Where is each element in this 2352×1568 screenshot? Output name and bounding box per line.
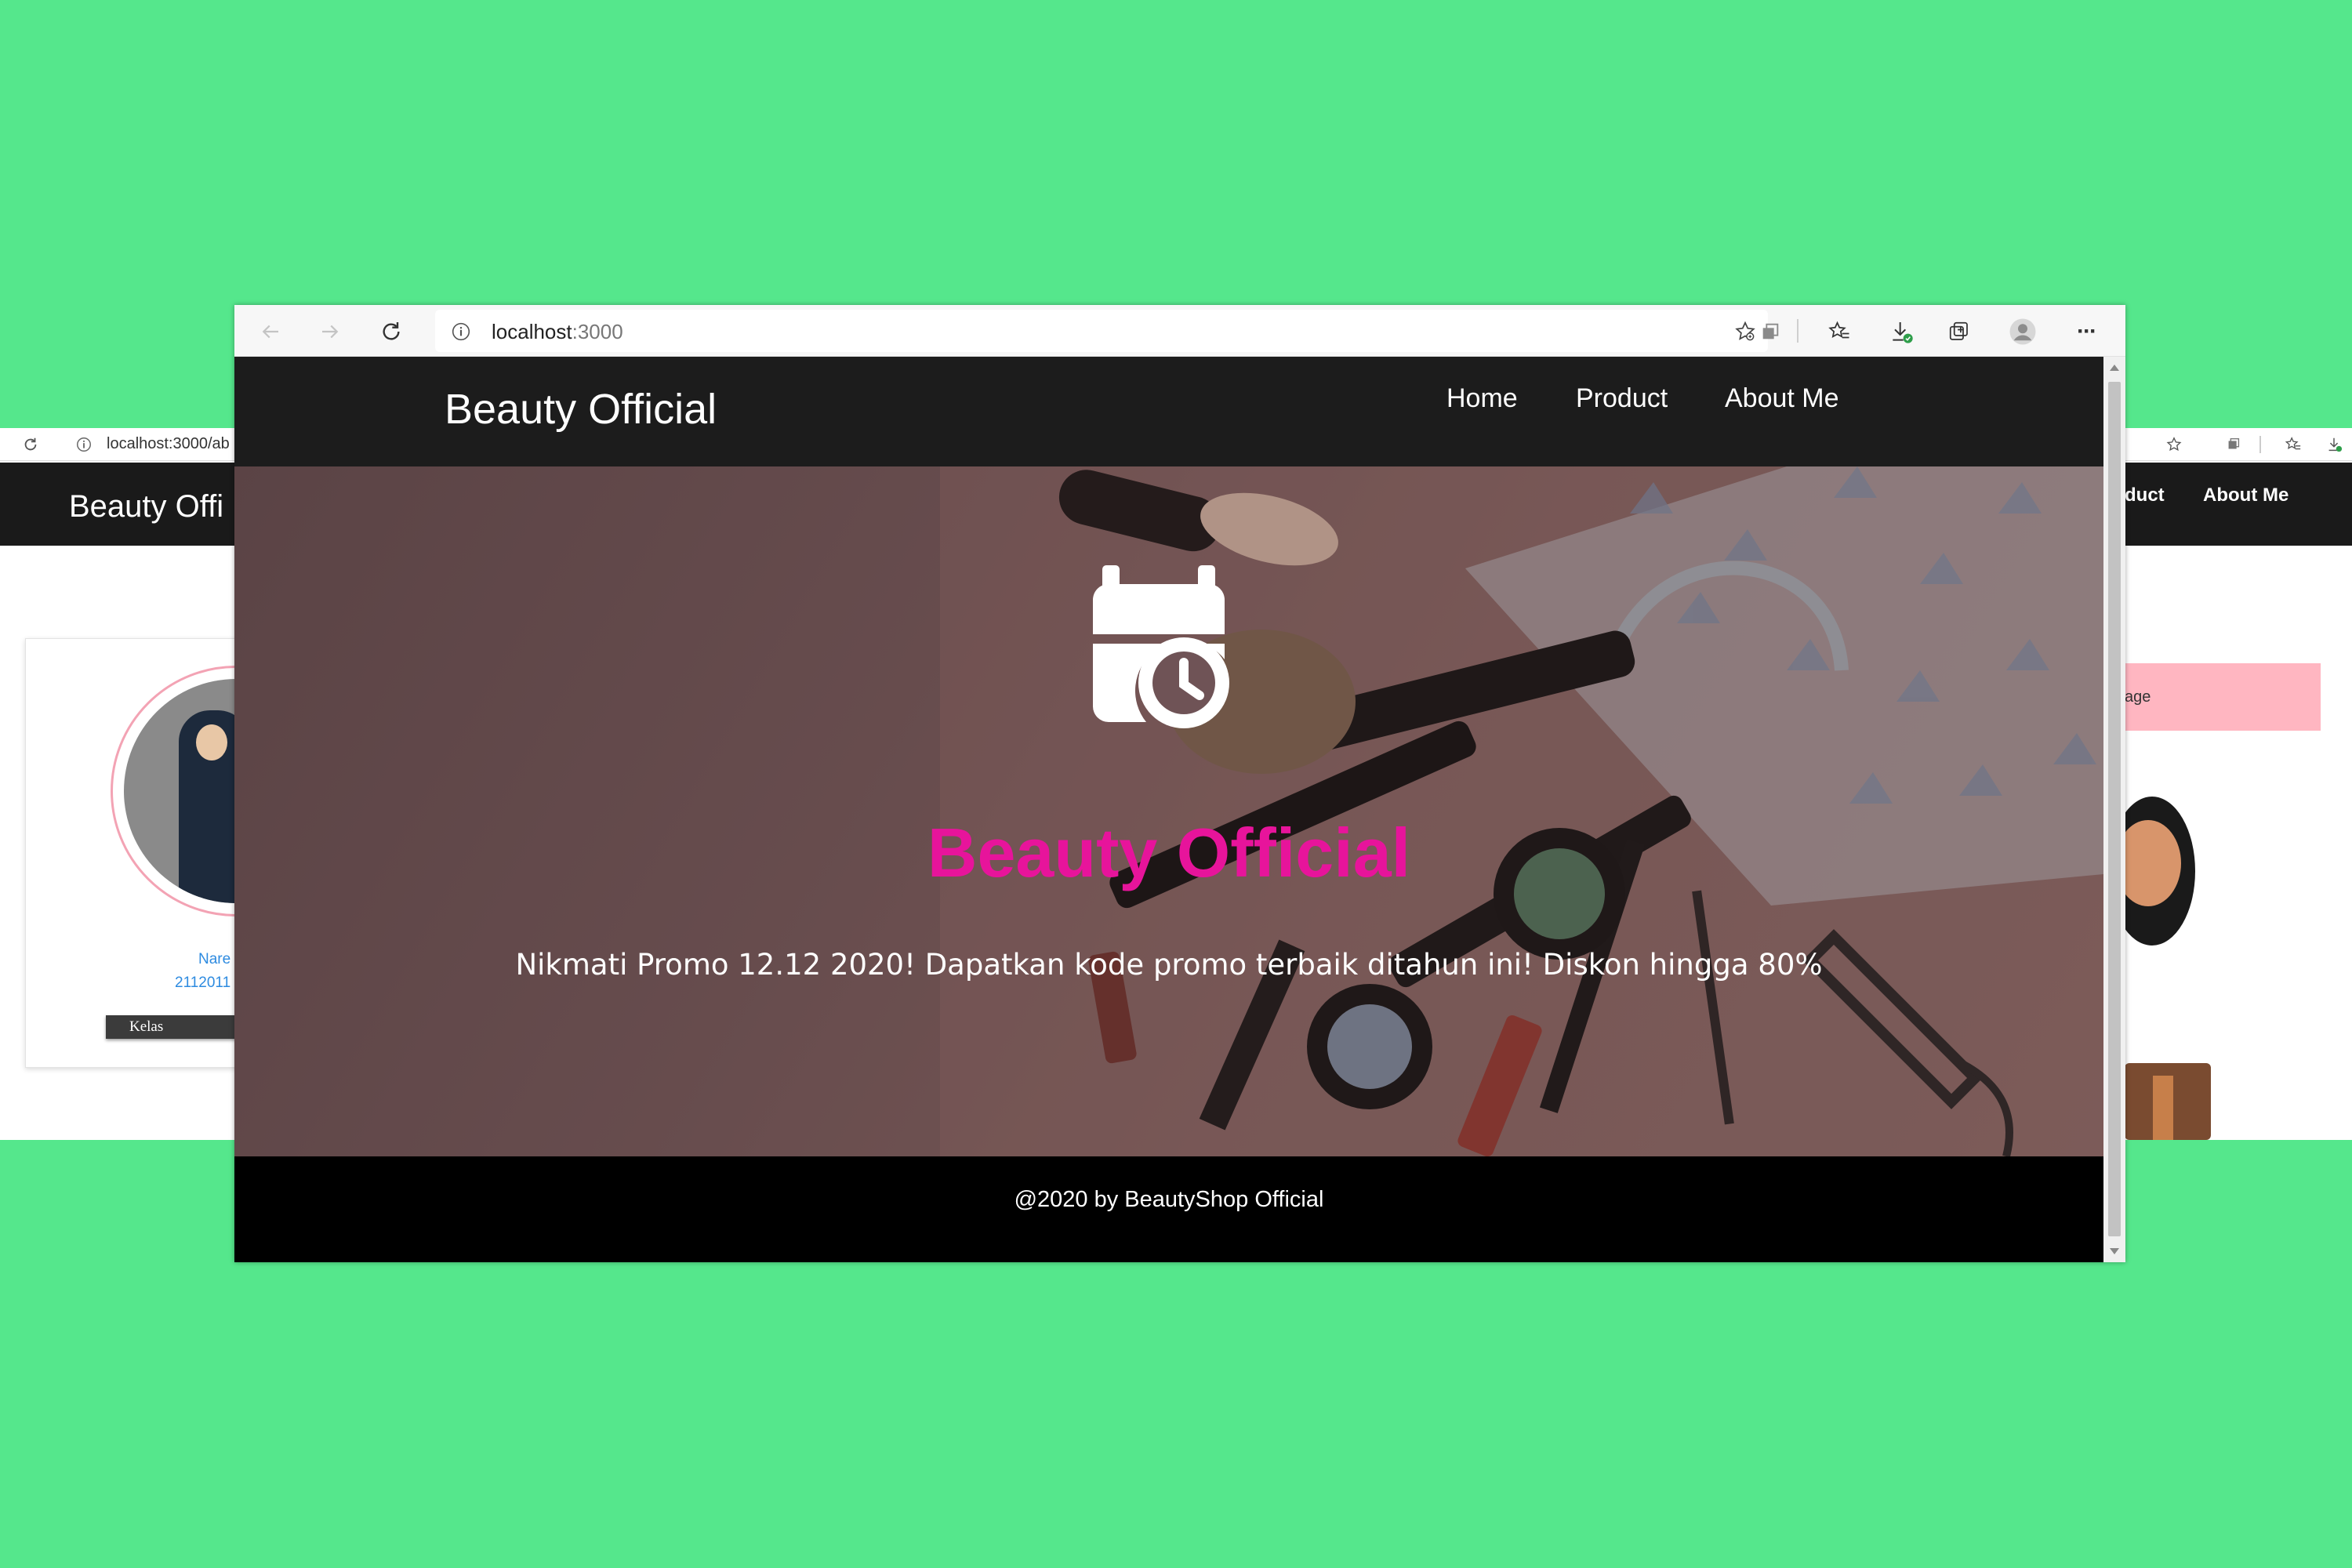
more-button[interactable]: ··· bbox=[2072, 318, 2100, 346]
toolbar-divider bbox=[1797, 319, 1798, 343]
browser-window: localhost:3000 ··· Beauty Official Home … bbox=[234, 305, 2125, 1262]
extensions-button[interactable] bbox=[1756, 318, 1784, 346]
downloads-icon bbox=[1893, 322, 1913, 343]
background-window-left: localhost:3000/ab Beauty Offi Nare 21120… bbox=[0, 428, 235, 1140]
page-viewport: Beauty Official Home Product About Me Be… bbox=[234, 357, 2103, 1262]
url-text[interactable]: localhost:3000 bbox=[492, 320, 623, 344]
profile-button[interactable] bbox=[2009, 318, 2037, 346]
hero-promo-text: Nikmati Promo 12.12 2020! Dapatkan kode … bbox=[515, 948, 1823, 982]
hero-banner: Beauty Official Nikmati Promo 12.12 2020… bbox=[234, 466, 2103, 1156]
kelas-badge: Kelas bbox=[106, 1015, 235, 1039]
favorites-icon bbox=[1828, 321, 1849, 339]
hero-title: Beauty Official bbox=[927, 814, 1411, 891]
favorites-icon[interactable] bbox=[2285, 436, 2302, 453]
background-nav-product[interactable]: duct bbox=[2125, 485, 2165, 506]
address-bar[interactable]: localhost:3000 bbox=[435, 310, 1768, 352]
arrow-left-icon bbox=[262, 325, 278, 339]
reload-button[interactable] bbox=[377, 318, 405, 346]
more-icon: ··· bbox=[2077, 318, 2097, 344]
background-address-bar: localhost:3000/ab bbox=[0, 428, 235, 461]
avatar bbox=[124, 679, 235, 903]
site-footer: @2020 by BeautyShop Official bbox=[234, 1156, 2103, 1262]
reload-icon bbox=[383, 322, 400, 340]
background-pink-box: age bbox=[2125, 663, 2321, 731]
profile-nim: 2112011 bbox=[175, 975, 231, 991]
avatar-ring bbox=[111, 666, 235, 916]
product-image-brush bbox=[2125, 1063, 2211, 1140]
info-icon[interactable] bbox=[451, 321, 471, 342]
url-host: localhost bbox=[492, 320, 572, 343]
background-pink-text: age bbox=[2125, 688, 2151, 706]
nav-about-link[interactable]: About Me bbox=[1725, 383, 1839, 414]
vertical-scrollbar[interactable] bbox=[2103, 357, 2125, 1262]
favorite-add-icon[interactable] bbox=[2165, 436, 2183, 453]
profile-name: Nare bbox=[198, 951, 231, 967]
extensions-icon bbox=[1762, 323, 1779, 339]
reload-icon[interactable] bbox=[22, 436, 39, 453]
site-navbar: Beauty Official Home Product About Me bbox=[234, 357, 2103, 466]
background-address-bar-right bbox=[2125, 428, 2352, 461]
favorites-button[interactable] bbox=[1825, 318, 1853, 346]
background-brand[interactable]: Beauty Offi bbox=[69, 489, 223, 524]
background-url[interactable]: localhost:3000/ab bbox=[107, 435, 230, 453]
info-icon bbox=[77, 437, 91, 452]
scroll-thumb[interactable] bbox=[2108, 382, 2121, 1236]
url-port: :3000 bbox=[572, 320, 623, 343]
collections-icon bbox=[1949, 321, 1968, 340]
background-navbar: Beauty Offi bbox=[0, 463, 235, 546]
nav-home-link[interactable]: Home bbox=[1446, 383, 1518, 414]
downloads-icon[interactable] bbox=[2325, 436, 2343, 453]
avatar-icon bbox=[2009, 318, 2036, 345]
background-window-right: duct About Me age bbox=[2125, 428, 2352, 1140]
scroll-up-arrow[interactable] bbox=[2110, 365, 2119, 371]
scroll-down-arrow[interactable] bbox=[2110, 1248, 2119, 1254]
favorite-add-icon[interactable] bbox=[1733, 320, 1757, 343]
downloads-button[interactable] bbox=[1887, 318, 1915, 346]
background-nav-about[interactable]: About Me bbox=[2203, 485, 2288, 506]
background-navbar-right: duct About Me bbox=[2125, 463, 2352, 546]
nav-product-link[interactable]: Product bbox=[1576, 383, 1668, 414]
calendar-clock-icon bbox=[1093, 565, 1229, 728]
site-brand[interactable]: Beauty Official bbox=[445, 385, 717, 434]
profile-card: Nare 2112011 Kelas bbox=[25, 638, 235, 1068]
back-button[interactable] bbox=[256, 318, 285, 346]
product-image-compact bbox=[2125, 797, 2195, 946]
footer-copyright: @2020 by BeautyShop Official bbox=[1014, 1187, 1324, 1212]
forward-button[interactable] bbox=[316, 318, 344, 346]
collections-button[interactable] bbox=[1945, 318, 1973, 346]
arrow-right-icon bbox=[322, 325, 339, 339]
browser-toolbar: localhost:3000 ··· bbox=[234, 305, 2125, 357]
kelas-label: Kelas bbox=[129, 1018, 164, 1035]
extensions-icon[interactable] bbox=[2225, 436, 2242, 453]
